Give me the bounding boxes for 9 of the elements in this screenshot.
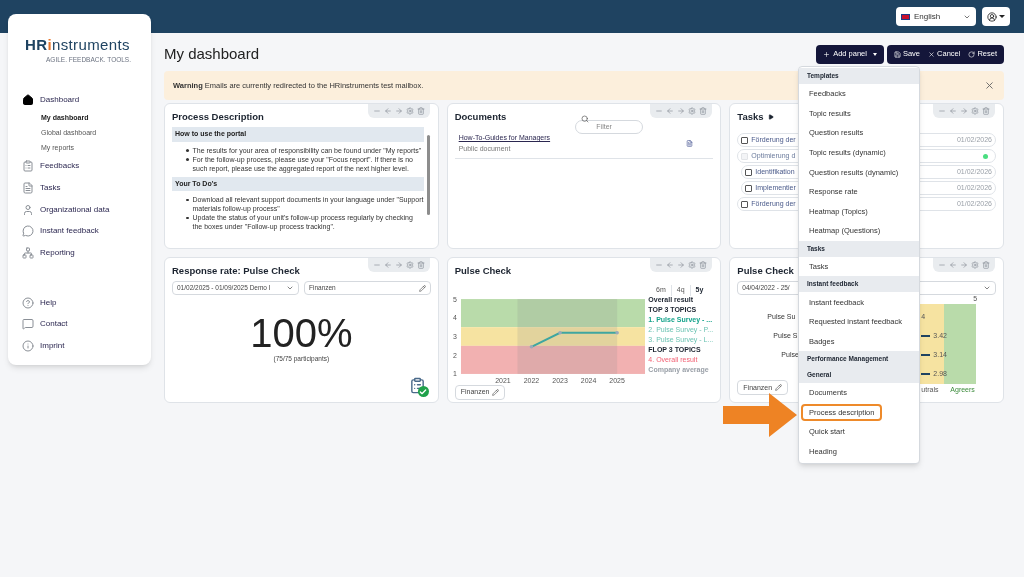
widget-title: Tasks <box>737 110 764 124</box>
widget-title: Response rate: Pulse Check <box>172 264 300 278</box>
widget-title: Documents <box>454 110 507 124</box>
logo-wordmark: HRinstruments <box>25 37 130 52</box>
widget-title: Process Description <box>172 110 264 124</box>
widget-title: Pulse Check <box>737 264 794 278</box>
response-rate-value: 100% <box>250 313 353 354</box>
page-title: My dashboard <box>164 43 260 64</box>
widget-title: Pulse Check <box>454 264 512 278</box>
